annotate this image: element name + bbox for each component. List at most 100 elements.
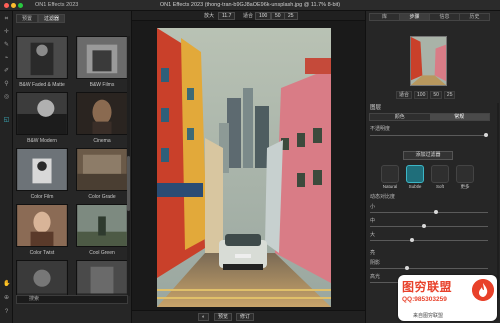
clone-tool-icon[interactable]: ◎ (3, 94, 10, 101)
zoom-tool-icon[interactable]: ⊕ (3, 295, 10, 302)
zoom-25-button[interactable]: 25 (284, 12, 298, 20)
zoom-label: 放大 (204, 13, 215, 19)
mode-natural[interactable]: Natural (378, 165, 402, 189)
mode-soft[interactable]: Soft (428, 165, 452, 189)
small-slider-knob[interactable] (434, 210, 438, 214)
preset-thumbnail (16, 92, 68, 135)
large-label: 大 (370, 232, 376, 238)
navigator-thumbnail[interactable] (410, 36, 447, 86)
layers-title: 图层 (370, 105, 382, 111)
tab-library[interactable]: 库 (370, 14, 400, 20)
mode-label: Subtle (408, 184, 422, 189)
view-tool-icon[interactable]: ◱ (3, 117, 10, 124)
preset-label: Color Film (30, 194, 54, 200)
opacity-slider-knob[interactable] (484, 133, 488, 137)
tab-history[interactable]: 历史 (460, 14, 489, 20)
preset-label: B&W Modern (27, 138, 57, 144)
medium-slider[interactable] (370, 224, 488, 228)
subtle-icon (406, 165, 424, 183)
preset-thumbnail (16, 36, 68, 79)
opacity-slider[interactable] (370, 133, 488, 137)
zoom-100-button[interactable]: 100 (255, 12, 272, 20)
title-bar: ON1 Effects 2023 ON1 Effects 2023 (thong… (0, 0, 500, 11)
tab-filters[interactable]: 过滤器 (38, 14, 66, 23)
list-item[interactable]: Cool Green (76, 204, 128, 256)
list-item[interactable]: Color Grade (76, 148, 128, 200)
list-item[interactable]: B&W Films (76, 36, 128, 88)
preset-label: Color Twist (29, 250, 55, 256)
medium-label: 中 (370, 218, 376, 224)
tool-strip: ⌗ ✛ ✎ ⌁ ✐ ⚲ ◎ ◱ ✋ ⊕ ? (0, 11, 13, 323)
watermark-subtext: 来自图穷联盟 (413, 313, 444, 319)
masking-bug-icon[interactable]: ⌁ (3, 55, 10, 62)
browser-tabs: 预置 过滤器 (16, 14, 66, 23)
bottom-bar: ◐ 预览 修订 (132, 310, 365, 323)
preset-label: Cool Green (89, 250, 115, 256)
zoom-50-button[interactable]: 50 (271, 12, 285, 20)
blend-normal-option[interactable]: 常规 (429, 114, 489, 120)
panel-tabs: 库 步骤 信息 历史 (369, 13, 490, 21)
search-input[interactable]: 搜索 (16, 295, 128, 304)
shadows-slider-knob[interactable] (405, 266, 409, 270)
watermark-title: 图穷联盟 (402, 280, 453, 294)
preset-thumbnail (76, 36, 128, 79)
panel-scrollbar[interactable] (497, 103, 499, 298)
mode-more[interactable]: 更多 (453, 165, 477, 190)
list-item[interactable]: Color Twist (16, 204, 68, 256)
crop-tool-icon[interactable]: ⌗ (3, 16, 10, 23)
small-slider[interactable] (370, 210, 488, 214)
canvas-area: 放大 11.7 适合 100 50 25 ◐ 预览 修订 (132, 11, 365, 323)
fit-label: 适合 (243, 13, 254, 19)
nav-25-button[interactable]: 25 (443, 91, 456, 99)
zoom-value-select[interactable]: 11.7 (218, 12, 236, 20)
preset-thumbnail (76, 92, 128, 135)
preset-label: B&W Faded & Matte (19, 82, 65, 88)
tab-info[interactable]: 信息 (430, 14, 460, 20)
blend-mode-segmented: 颜色 常规 (369, 113, 490, 121)
scrollbar-thumb[interactable] (127, 156, 130, 211)
zoom-bar: 放大 11.7 适合 100 50 25 (132, 11, 365, 21)
nav-fit-button[interactable]: 适合 (396, 91, 413, 99)
preset-thumbnail (16, 148, 68, 191)
highlights-label: 高光 (370, 274, 381, 280)
dynamic-contrast-title: 动态对比度 (370, 194, 396, 200)
tab-presets[interactable]: 预置 (16, 14, 39, 23)
help-icon[interactable]: ? (3, 309, 10, 316)
large-slider[interactable] (370, 238, 488, 242)
list-item[interactable]: B&W Modern (16, 92, 68, 144)
nav-100-button[interactable]: 100 (414, 91, 429, 99)
soft-icon (431, 165, 449, 183)
shadows-label: 阴影 (370, 260, 381, 266)
transform-tool-icon[interactable]: ✛ (3, 29, 10, 36)
browser-scrollbar[interactable] (127, 36, 130, 296)
list-item[interactable]: Color Film (16, 148, 68, 200)
before-after-toggle[interactable]: ◐ (198, 313, 210, 321)
nav-50-button[interactable]: 50 (430, 91, 442, 99)
filters-browser-panel: 预置 过滤器 B&W Faded & Matte B&W Films B&W M… (13, 11, 132, 323)
mode-label: Soft (435, 184, 444, 189)
hand-tool-icon[interactable]: ✋ (3, 281, 10, 288)
refine-brush-icon[interactable]: ✐ (3, 68, 10, 75)
tab-steps[interactable]: 步骤 (400, 14, 430, 20)
shadows-slider[interactable] (370, 266, 488, 270)
retouch-tool-icon[interactable]: ⚲ (3, 81, 10, 88)
preset-label: Cinema (93, 138, 111, 144)
modify-button[interactable]: 修订 (236, 313, 255, 321)
more-icon (456, 165, 474, 183)
add-filter-button[interactable]: 添加过滤器 (403, 151, 453, 160)
list-item[interactable]: Cinema (76, 92, 128, 144)
medium-slider-knob[interactable] (422, 224, 426, 228)
watermark-qq: QQ:985303259 (402, 296, 447, 303)
edited-photo[interactable] (157, 28, 331, 307)
navigator-zoom: 适合 100 50 25 (396, 91, 456, 99)
blend-color-option[interactable]: 颜色 (370, 114, 430, 120)
brush-tool-icon[interactable]: ✎ (3, 42, 10, 49)
preview-button[interactable]: 预览 (214, 313, 233, 321)
large-slider-knob[interactable] (410, 238, 414, 242)
flame-logo-icon (472, 279, 494, 301)
list-item[interactable]: B&W Faded & Matte (16, 36, 68, 88)
mode-subtle[interactable]: Subtle (403, 165, 427, 189)
highlight-title: 亮 (370, 250, 376, 256)
preset-thumbnail (76, 204, 128, 247)
preset-thumbnail (16, 204, 68, 247)
